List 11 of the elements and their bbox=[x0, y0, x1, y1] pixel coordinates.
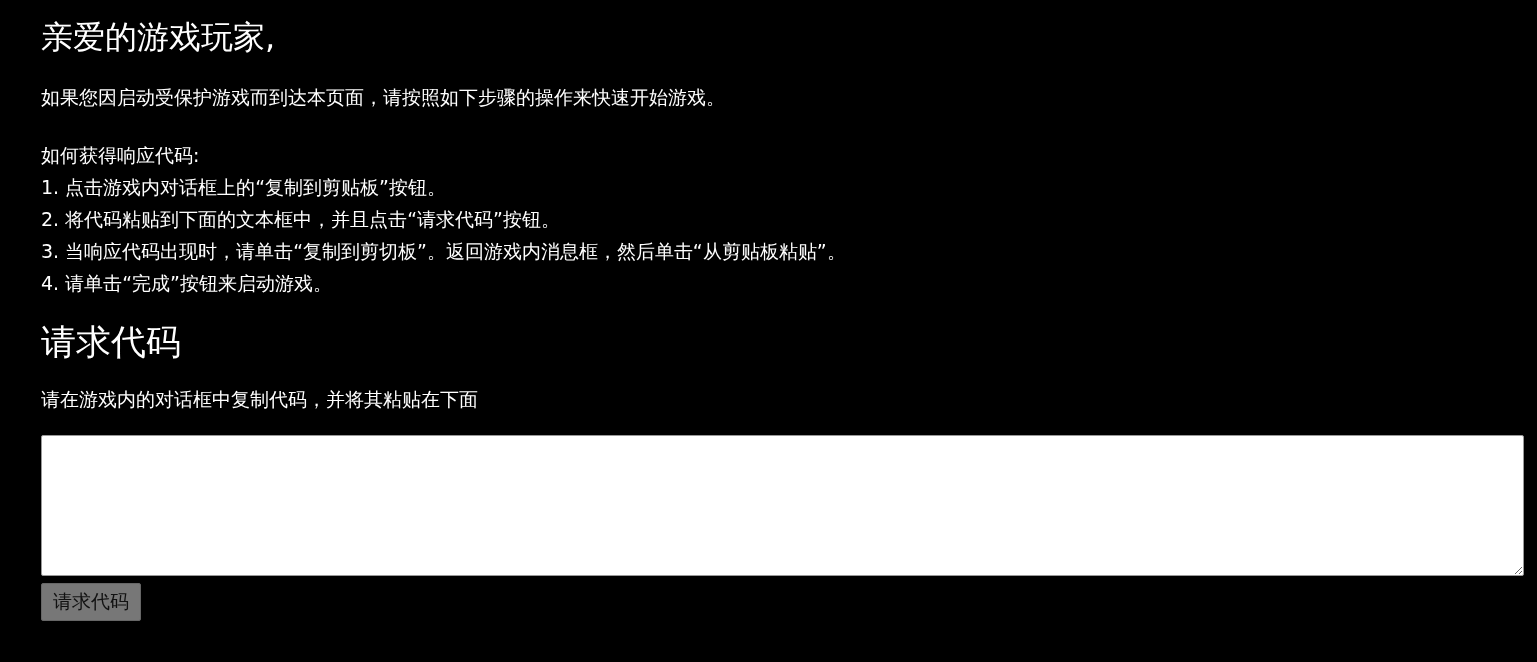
step-text: 3. 当响应代码出现时，请单击“复制到剪切板”。返回游戏内消息框，然后单击“从剪贴板粘贴”。 bbox=[41, 239, 846, 264]
instructions-title: 如何获得响应代码: bbox=[41, 143, 200, 168]
greeting-heading: 亲爱的游戏玩家, bbox=[41, 17, 277, 58]
step-text: 2. 将代码粘贴到下面的文本框中，并且点击“请求代码”按钮。 bbox=[41, 207, 560, 232]
intro-text: 如果您因启动受保护游戏而到达本页面，请按照如下步骤的操作来快速开始游戏。 bbox=[41, 85, 726, 110]
step-text: 1. 点击游戏内对话框上的“复制到剪贴板”按钮。 bbox=[41, 175, 446, 200]
section-heading: 请求代码 bbox=[41, 321, 182, 364]
description-text: 请在游戏内的对话框中复制代码，并将其粘贴在下面 bbox=[41, 387, 479, 412]
step-text: 4. 请单击“完成”按钮来启动游戏。 bbox=[41, 271, 332, 296]
code-field[interactable] bbox=[41, 435, 1524, 576]
request-code-button[interactable]: 请求代码 bbox=[41, 583, 141, 621]
